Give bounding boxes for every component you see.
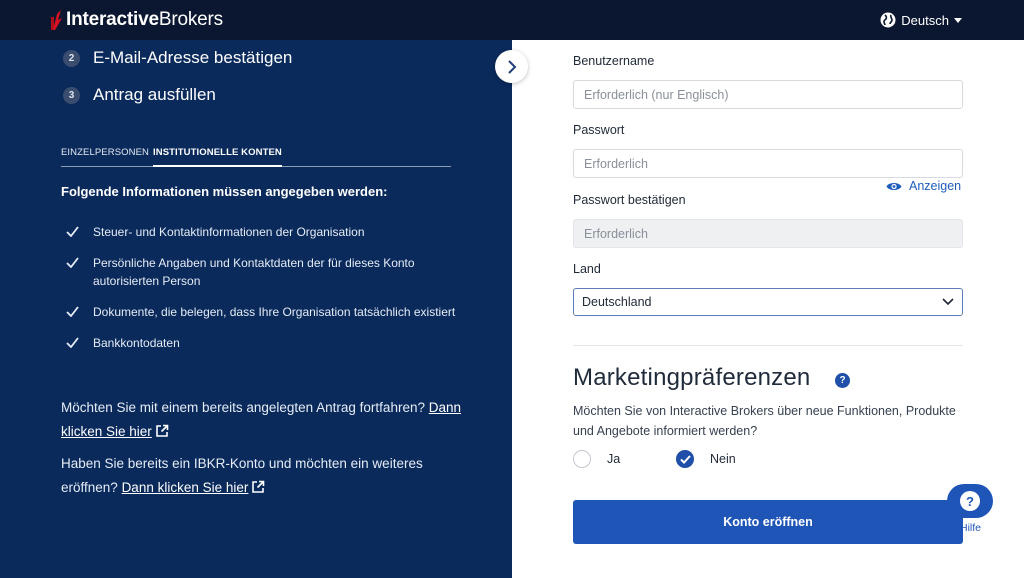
- question-mark-icon[interactable]: ?: [835, 373, 850, 388]
- country-label: Land: [573, 262, 601, 276]
- username-input[interactable]: [573, 80, 963, 109]
- chevron-right-icon: [507, 59, 516, 74]
- external-link-icon: [155, 424, 169, 437]
- checkmark-icon: [66, 337, 79, 348]
- requirement-text: Dokumente, die belegen, dass Ihre Organi…: [93, 305, 456, 319]
- marketing-preferences-title: Marketingpräferenzen: [573, 364, 811, 391]
- checkmark-icon: [66, 257, 79, 268]
- marketing-no-radio[interactable]: Nein: [676, 450, 736, 468]
- radio-label: Nein: [710, 452, 736, 466]
- checkmark-icon: [679, 454, 691, 464]
- external-link-icon: [252, 480, 265, 493]
- list-item: Bankkontodaten: [66, 334, 456, 352]
- confirm-password-input[interactable]: [573, 219, 963, 248]
- top-navigation-bar: InteractiveBrokers Deutsch: [0, 0, 1024, 40]
- requirement-text: Steuer- und Kontaktinformationen der Org…: [93, 225, 365, 239]
- requirement-text: Bankkontodaten: [93, 336, 180, 350]
- step-label: E-Mail-Adresse bestätigen: [93, 48, 293, 67]
- open-account-button[interactable]: Konto eröffnen: [573, 500, 963, 544]
- country-value: Deutschland: [582, 295, 652, 309]
- checkmark-icon: [66, 306, 79, 317]
- tab-institutional-accounts[interactable]: INSTITUTIONELLE KONTEN: [153, 147, 282, 167]
- additional-account-prompt: Haben Sie bereits ein IBKR-Konto und möc…: [61, 456, 423, 495]
- step-number: 2: [63, 49, 80, 67]
- requirements-list: Steuer- und Kontaktinformationen der Org…: [66, 223, 456, 365]
- show-password-label: Anzeigen: [909, 179, 962, 193]
- chevron-down-icon: [954, 17, 962, 23]
- collapse-panel-button[interactable]: [495, 50, 528, 83]
- help-label: Hilfe: [960, 522, 982, 534]
- help-icon: ?: [960, 491, 980, 511]
- marketing-description: Möchten Sie von Interactive Brokers über…: [573, 404, 956, 438]
- globe-icon: [880, 12, 896, 28]
- list-item: Dokumente, die belegen, dass Ihre Organi…: [66, 303, 456, 321]
- radio-circle-selected: [676, 450, 694, 468]
- section-divider: [573, 345, 963, 346]
- account-type-tabs: EINZELPERSONEN INSTITUTIONELLE KONTEN: [61, 147, 451, 167]
- brand-name: InteractiveBrokers: [66, 9, 223, 30]
- ibkr-logo[interactable]: InteractiveBrokers: [50, 8, 223, 32]
- ibkr-logo-icon: [51, 10, 62, 30]
- list-item: Steuer- und Kontaktinformationen der Org…: [66, 223, 456, 241]
- password-input[interactable]: [573, 149, 963, 178]
- password-label: Passwort: [573, 123, 625, 137]
- step-number: 3: [63, 86, 80, 104]
- radio-label: Ja: [607, 452, 621, 466]
- show-password-toggle[interactable]: Anzeigen: [886, 179, 961, 193]
- step-fill-application: 3 Antrag ausfüllen: [63, 85, 216, 105]
- eye-icon: [886, 182, 902, 190]
- radio-circle: [573, 450, 591, 468]
- requirement-text: Persönliche Angaben und Kontaktdaten der…: [93, 256, 415, 288]
- confirm-password-label: Passwort bestätigen: [573, 193, 686, 207]
- continue-application-prompt: Möchten Sie mit einem bereits angelegten…: [61, 400, 461, 439]
- info-panel: 2 E-Mail-Adresse bestätigen 3 Antrag aus…: [0, 40, 512, 578]
- requirements-heading: Folgende Informationen müssen angegeben …: [61, 184, 388, 199]
- help-chat-button[interactable]: ?: [947, 484, 993, 518]
- language-selector[interactable]: Deutsch: [880, 12, 962, 28]
- chevron-down-icon: [942, 298, 954, 306]
- step-verify-email: 2 E-Mail-Adresse bestätigen: [63, 48, 292, 68]
- checkmark-icon: [66, 226, 79, 237]
- step-label: Antrag ausfüllen: [93, 85, 216, 104]
- list-item: Persönliche Angaben und Kontaktdaten der…: [66, 254, 456, 290]
- country-select[interactable]: Deutschland: [573, 288, 963, 316]
- marketing-yes-radio[interactable]: Ja: [573, 450, 620, 468]
- username-label: Benutzername: [573, 54, 655, 68]
- language-label: Deutsch: [901, 12, 949, 28]
- additional-account-link[interactable]: Dann klicken Sie hier: [122, 480, 249, 495]
- tab-individuals[interactable]: EINZELPERSONEN: [61, 147, 149, 158]
